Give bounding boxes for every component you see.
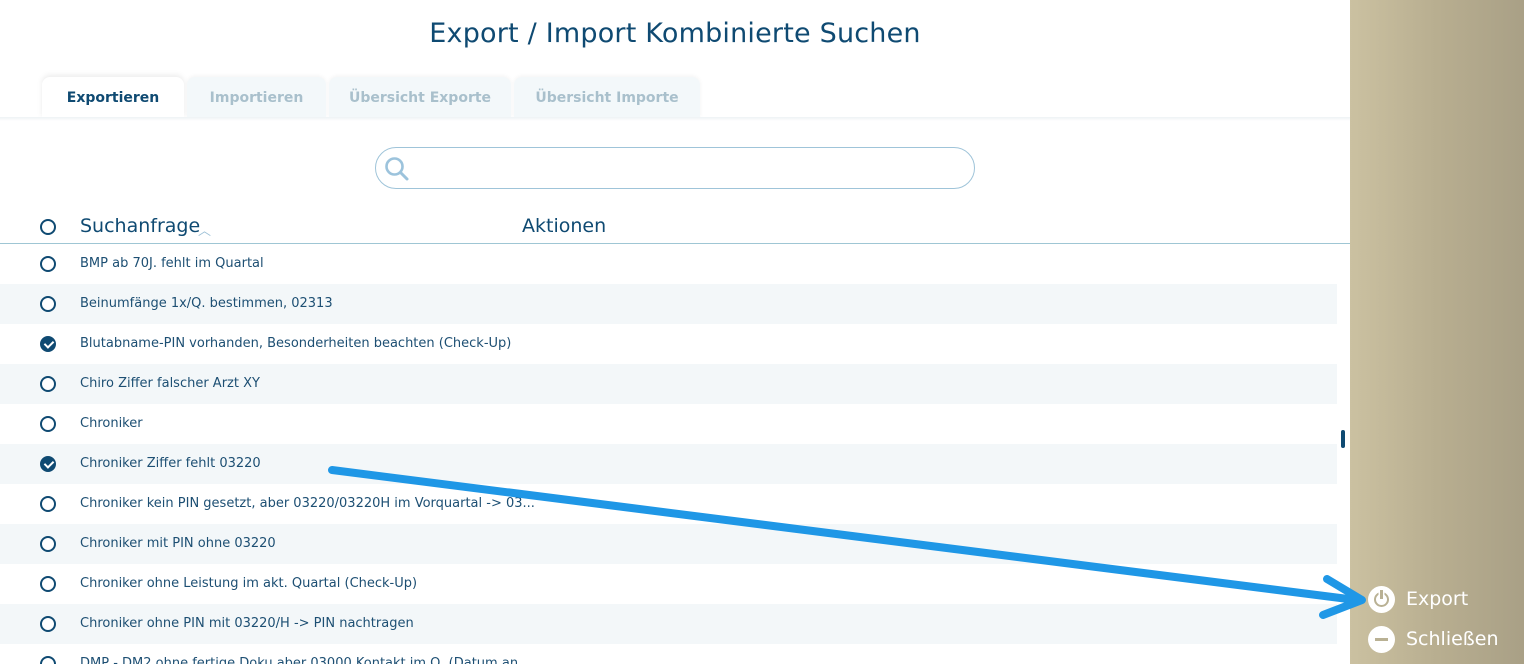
- table-row[interactable]: Chroniker ohne PIN mit 03220/H -> PIN na…: [0, 604, 1337, 644]
- close-button-label: Schließen: [1406, 628, 1499, 650]
- tab-uebersicht-importe[interactable]: Übersicht Importe: [514, 77, 700, 118]
- row-select-radio[interactable]: [40, 576, 56, 592]
- search-icon: [385, 157, 409, 181]
- table-header: Suchanfrage ︿ Aktionen: [0, 208, 1350, 244]
- close-button[interactable]: Schließen: [1368, 625, 1499, 653]
- row-select-radio-checked[interactable]: [40, 336, 56, 352]
- tab-importieren[interactable]: Importieren: [187, 77, 326, 118]
- tab-exportieren[interactable]: Exportieren: [42, 77, 184, 118]
- scrollbar-thumb[interactable]: [1341, 430, 1345, 448]
- table-row[interactable]: BMP ab 70J. fehlt im Quartal: [0, 244, 1337, 284]
- minus-circle-icon: [1368, 625, 1395, 653]
- row-label: Chroniker mit PIN ohne 03220: [80, 536, 276, 551]
- export-button-label: Export: [1406, 588, 1469, 610]
- main-panel: Export / Import Kombinierte Suchen Expor…: [0, 0, 1350, 664]
- row-label: Chroniker kein PIN gesetzt, aber 03220/0…: [80, 496, 535, 511]
- row-select-radio[interactable]: [40, 616, 56, 632]
- row-label: Chroniker ohne Leistung im akt. Quartal …: [80, 576, 418, 591]
- tab-divider: [0, 117, 1350, 121]
- power-icon: [1368, 585, 1395, 613]
- row-select-radio-checked[interactable]: [40, 456, 56, 472]
- row-select-radio[interactable]: [40, 376, 56, 392]
- table-row[interactable]: DMP - DM2 ohne fertige Doku aber 03000 K…: [0, 644, 1337, 664]
- column-header-aktionen: Aktionen: [522, 215, 607, 237]
- table-row[interactable]: Chiro Ziffer falscher Arzt XY: [0, 364, 1337, 404]
- row-label: Chroniker ohne PIN mit 03220/H -> PIN na…: [80, 616, 414, 631]
- table-row[interactable]: Blutabname-PIN vorhanden, Besonderheiten…: [0, 324, 1337, 364]
- row-label: BMP ab 70J. fehlt im Quartal: [80, 256, 264, 271]
- row-select-radio[interactable]: [40, 416, 56, 432]
- sort-ascending-icon[interactable]: ︿: [198, 220, 211, 239]
- row-label: Chroniker: [80, 416, 143, 431]
- row-select-radio[interactable]: [40, 256, 56, 272]
- action-sidebar: Export Schließen: [1350, 0, 1524, 664]
- column-header-suchanfrage[interactable]: Suchanfrage: [80, 215, 200, 237]
- table-row[interactable]: Chroniker: [0, 404, 1337, 444]
- row-label: Chroniker Ziffer fehlt 03220: [80, 456, 261, 471]
- row-label: Blutabname-PIN vorhanden, Besonderheiten…: [80, 336, 512, 351]
- tab-bar: Exportieren Importieren Übersicht Export…: [42, 77, 703, 118]
- table-row[interactable]: Chroniker mit PIN ohne 03220: [0, 524, 1337, 564]
- row-label: Beinumfänge 1x/Q. bestimmen, 02313: [80, 296, 333, 311]
- table-row[interactable]: Chroniker Ziffer fehlt 03220: [0, 444, 1337, 484]
- search-list: BMP ab 70J. fehlt im Quartal Beinumfänge…: [0, 244, 1337, 664]
- table-row[interactable]: Chroniker ohne Leistung im akt. Quartal …: [0, 564, 1337, 604]
- page-title: Export / Import Kombinierte Suchen: [429, 18, 921, 49]
- row-label: Chiro Ziffer falscher Arzt XY: [80, 376, 260, 391]
- row-label: DMP - DM2 ohne fertige Doku aber 03000 K…: [80, 656, 531, 664]
- table-row[interactable]: Beinumfänge 1x/Q. bestimmen, 02313: [0, 284, 1337, 324]
- row-select-radio[interactable]: [40, 296, 56, 312]
- row-select-radio[interactable]: [40, 536, 56, 552]
- select-all-radio[interactable]: [40, 219, 56, 235]
- row-select-radio[interactable]: [40, 496, 56, 512]
- row-select-radio[interactable]: [40, 656, 56, 664]
- table-row[interactable]: Chroniker kein PIN gesetzt, aber 03220/0…: [0, 484, 1337, 524]
- tab-uebersicht-exporte[interactable]: Übersicht Exporte: [329, 77, 511, 118]
- export-button[interactable]: Export: [1368, 585, 1468, 613]
- search-input[interactable]: [375, 147, 975, 189]
